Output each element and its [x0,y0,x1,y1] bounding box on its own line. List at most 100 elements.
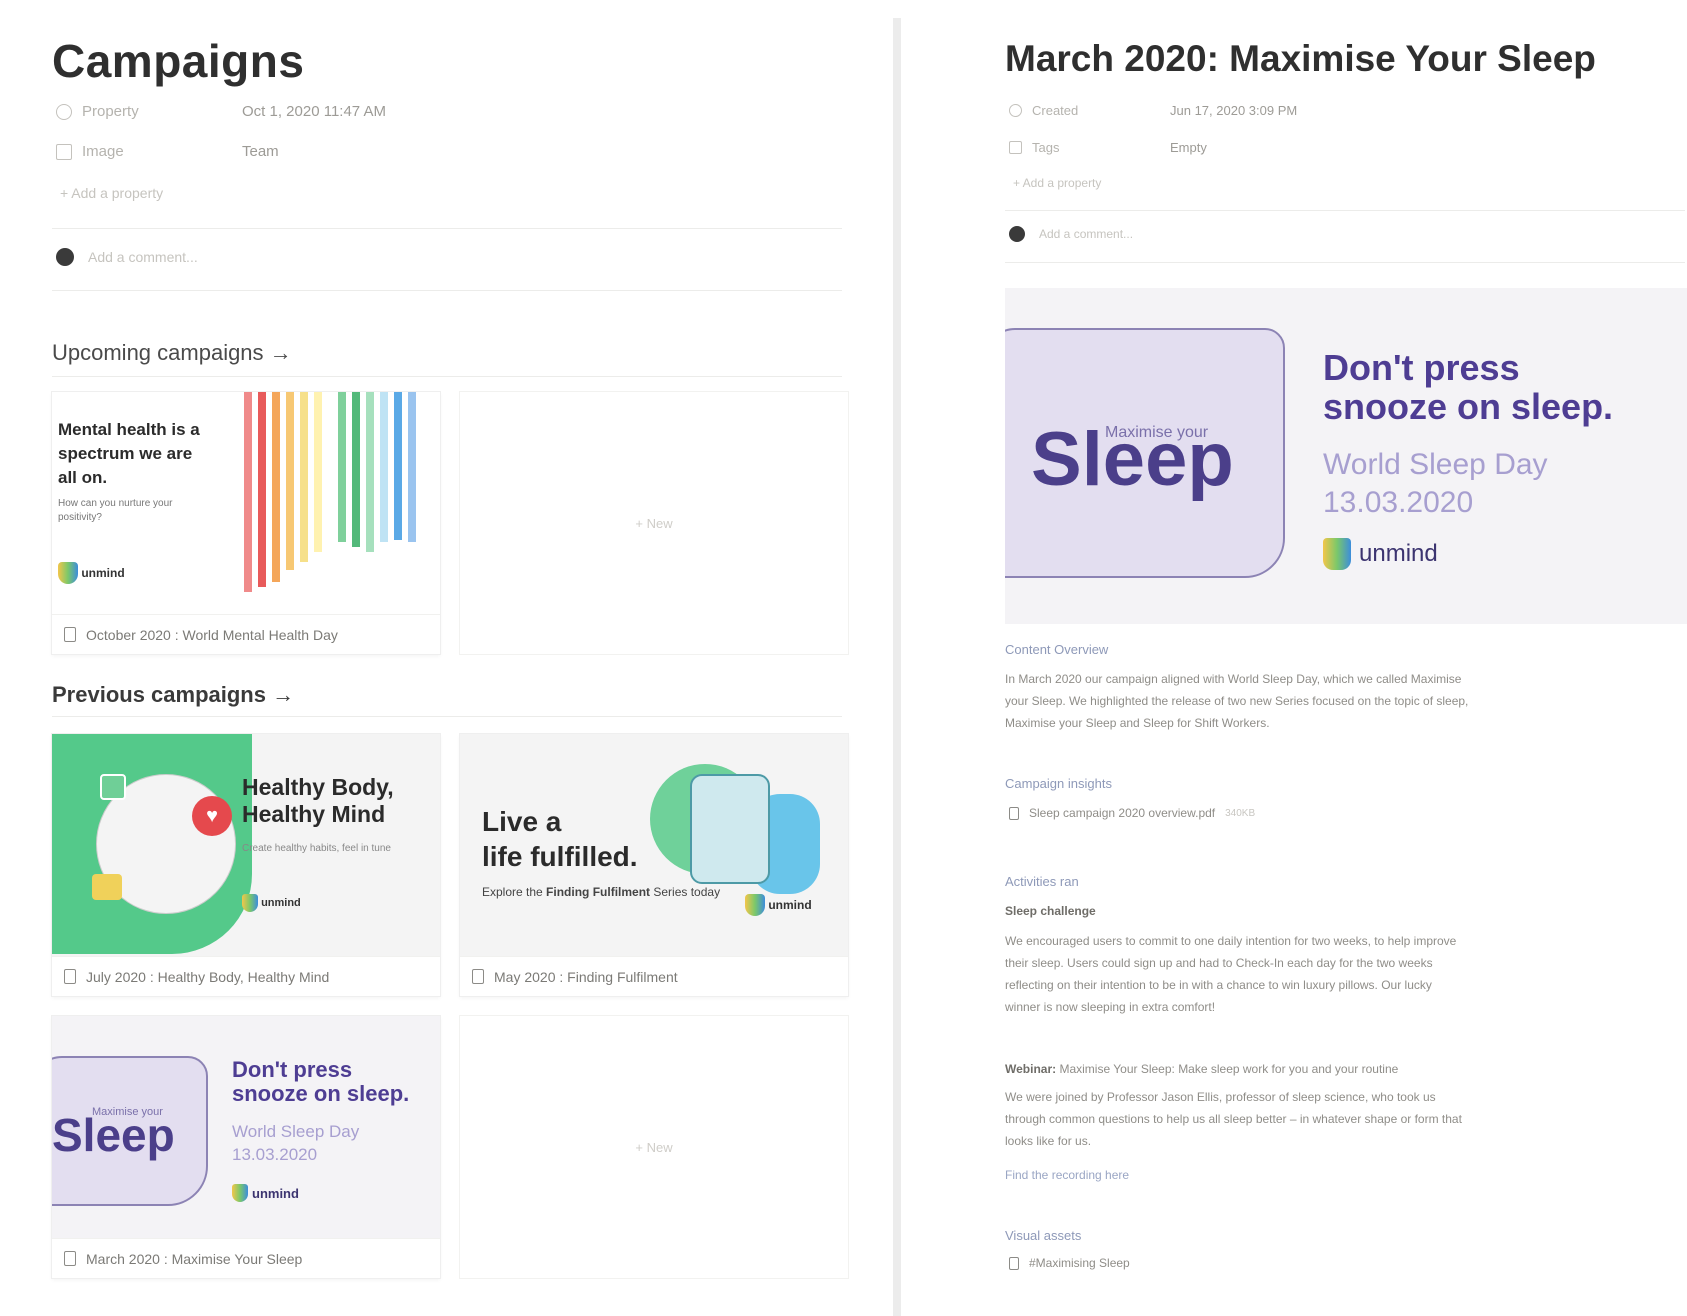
divider [52,228,842,229]
property-name: Tags [1032,140,1060,155]
unmind-logo: unmind [242,894,301,912]
page-icon [1009,1256,1019,1270]
new-card-button[interactable]: + New [460,392,848,654]
card-cover: ♥ Healthy Body, Healthy Mind Create heal… [52,734,440,956]
spectrum-stripe [366,392,374,552]
cover-subtext: How can you nurture your positivity? [58,498,173,523]
property-row[interactable]: Created Jun 17, 2020 3:09 PM [1009,103,1297,118]
recording-link[interactable]: Find the recording here [1005,1168,1129,1182]
clock-icon [56,103,72,120]
unmind-mark-icon [232,1184,248,1202]
image-icon [56,143,72,160]
unmind-logo: unmind [232,1184,299,1202]
card-cover: Live a life fulfilled. Explore the Findi… [460,734,848,956]
property-name: Created [1032,103,1079,118]
property-value[interactable]: Empty [1170,140,1207,155]
unmind-mark-icon [242,894,258,912]
campaign-card-july-2020[interactable]: ♥ Healthy Body, Healthy Mind Create heal… [52,734,440,996]
page-title: Campaigns [52,35,305,87]
page-icon [472,969,484,984]
sleep-word: Sleep [52,1109,175,1161]
webinar-title: Webinar: Maximise Your Sleep: Make sleep… [1005,1062,1399,1076]
spectrum-stripe [352,392,360,547]
add-comment-input[interactable]: Add a comment... [1039,227,1133,241]
pane-divider [893,18,901,1316]
cover-title: Live a life fulfilled. [482,806,638,872]
spectrum-stripe [394,392,402,540]
property-name: Property [82,103,139,120]
page-icon [64,627,76,642]
challenge-title: Sleep challenge [1005,904,1096,918]
card-caption: March 2020 : Maximise Your Sleep [52,1238,440,1278]
banner-date: World Sleep Day 13.03.2020 [1323,448,1548,519]
property-row[interactable]: Property Oct 1, 2020 11:47 AM [56,103,386,120]
page-icon [64,969,76,984]
spectrum-stripe [244,392,252,592]
property-value[interactable]: Oct 1, 2020 11:47 AM [242,103,386,120]
add-comment-row[interactable]: Add a comment... [1009,226,1133,242]
section-content-overview: Content Overview [1005,642,1109,657]
file-icon [1009,806,1019,820]
visual-asset-link[interactable]: #Maximising Sleep [1009,1256,1130,1270]
unmind-mark-icon [58,562,78,584]
divider [1005,262,1685,263]
spectrum-stripe [272,392,280,582]
clock-icon [1009,104,1022,117]
cover-subtext: Explore the Finding Fulfilment Series to… [482,885,721,899]
page-icon [64,1251,76,1266]
content-overview-text: In March 2020 our campaign aligned with … [1005,672,1469,730]
spectrum-stripe [314,392,322,552]
card-caption: October 2020 : World Mental Health Day [52,614,440,654]
add-property-button[interactable]: + Add a property [1013,176,1101,190]
section-campaign-insights: Campaign insights [1005,776,1112,791]
spectrum-stripe [408,392,416,542]
previous-campaigns-link[interactable]: Previous campaigns → [52,682,294,708]
unmind-logo: unmind [1323,538,1438,570]
banner-title: Don't press snooze on sleep. [1323,347,1614,427]
add-property-button[interactable]: + Add a property [60,185,163,201]
spectrum-stripe [258,392,266,587]
unmind-mark-icon [1323,538,1351,570]
campaign-card-march-2020[interactable]: Maximise your Sleep Don't press snooze o… [52,1016,440,1278]
check-icon [100,774,126,800]
cover-date: World Sleep Day 13.03.2020 [232,1122,360,1164]
upcoming-campaigns-link[interactable]: Upcoming campaigns → [52,340,292,366]
property-value[interactable]: Team [242,143,279,160]
spectrum-stripe [300,392,308,562]
property-row[interactable]: Tags Empty [1009,140,1207,155]
property-row[interactable]: Image Team [56,143,279,160]
card-cover: Mental health is a spectrum we are all o… [52,392,440,614]
campaign-card-october-2020[interactable]: Mental health is a spectrum we are all o… [52,392,440,654]
heart-icon: ♥ [192,796,232,836]
cover-headline: Mental health is a spectrum we are all o… [58,420,200,487]
property-name: Image [82,143,124,160]
section-visual-assets: Visual assets [1005,1228,1082,1243]
section-activities-ran: Activities ran [1005,874,1079,889]
spectrum-stripe [380,392,388,542]
campaign-card-may-2020[interactable]: Live a life fulfilled. Explore the Findi… [460,734,848,996]
spectrum-stripe [338,392,346,542]
new-card-button[interactable]: + New [460,1016,848,1278]
add-comment-row[interactable]: Add a comment... [56,248,198,266]
note-icon [92,874,122,900]
insights-file-link[interactable]: Sleep campaign 2020 overview.pdf 340KB [1009,806,1255,820]
cover-title: Healthy Body, Healthy Mind [242,774,394,827]
unmind-mark-icon [745,894,765,916]
campaign-banner-image: Maximise your Sleep Don't press snooze o… [1005,288,1687,624]
card-cover: Maximise your Sleep Don't press snooze o… [52,1016,440,1238]
divider [52,290,842,291]
campaigns-database-pane: Campaigns Property Oct 1, 2020 11:47 AM … [0,0,900,1316]
webinar-text: We were joined by Professor Jason Ellis,… [1005,1090,1462,1148]
avatar [56,248,74,266]
unmind-logo: unmind [745,894,812,916]
divider [1005,210,1685,211]
card-caption: July 2020 : Healthy Body, Healthy Mind [52,956,440,996]
divider [52,376,842,377]
spectrum-stripe [286,392,294,570]
page-title: March 2020: Maximise Your Sleep [1005,38,1596,79]
property-value[interactable]: Jun 17, 2020 3:09 PM [1170,103,1297,118]
card-caption: May 2020 : Finding Fulfilment [460,956,848,996]
campaign-detail-pane: March 2020: Maximise Your Sleep Created … [905,0,1687,1316]
cover-subtext: Create healthy habits, feel in tune [242,843,391,854]
add-comment-input[interactable]: Add a comment... [88,249,198,265]
